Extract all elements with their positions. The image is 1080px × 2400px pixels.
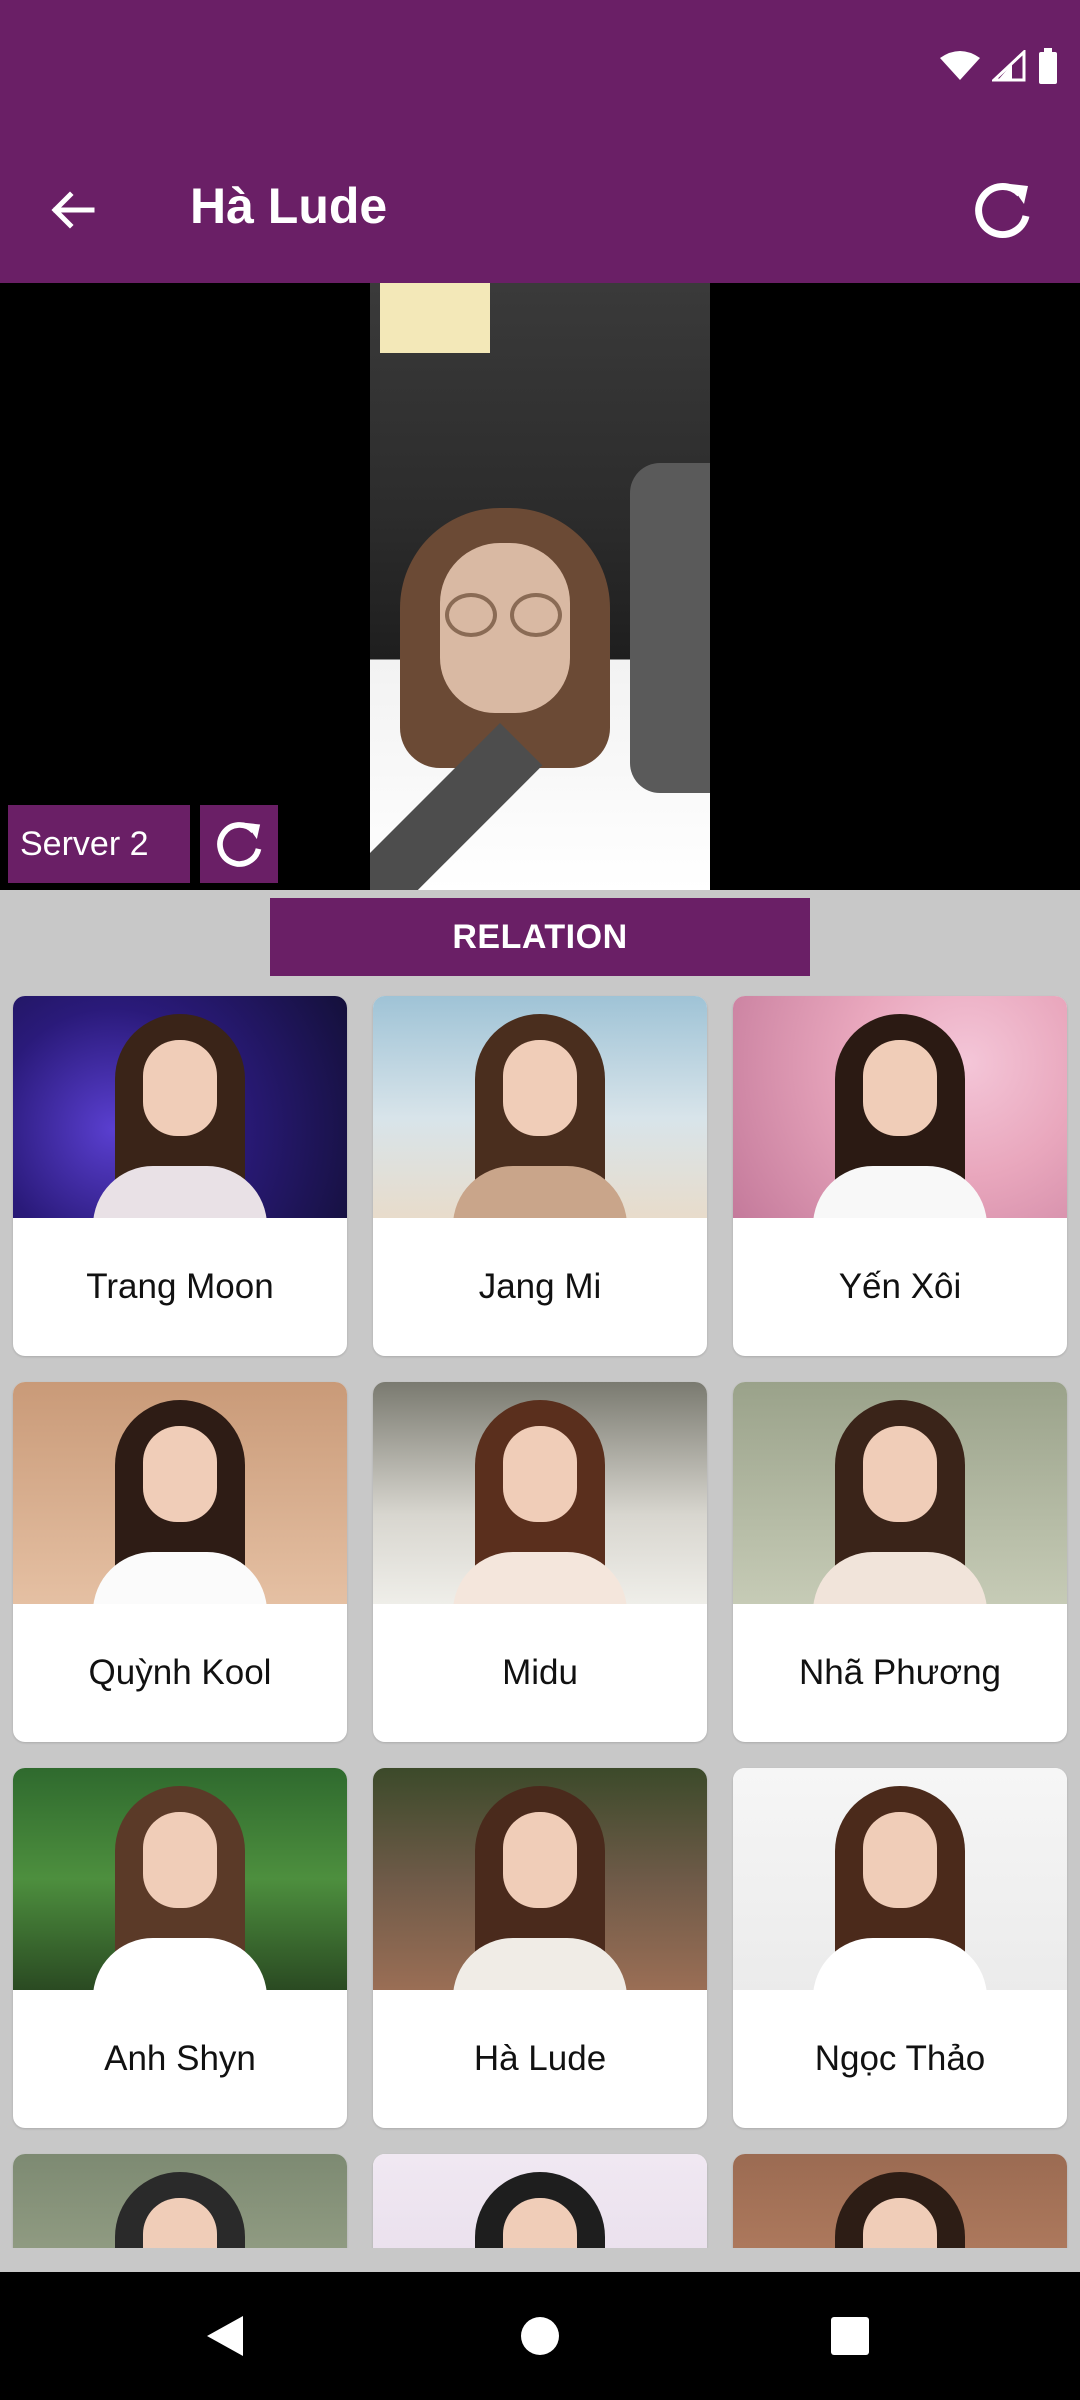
relation-card[interactable]: Nhã Phương: [733, 1382, 1067, 1742]
relation-card[interactable]: [733, 2154, 1067, 2248]
wifi-icon: [940, 51, 980, 80]
relation-photo: [733, 2154, 1067, 2248]
relation-card[interactable]: Midu: [373, 1382, 707, 1742]
relation-name: Trang Moon: [86, 1267, 274, 1306]
relation-photo: [733, 1382, 1067, 1604]
arrow-left-icon: [51, 191, 95, 229]
status-bar-icons: [940, 48, 1058, 84]
app-header: Hà Lude: [0, 0, 1080, 283]
relation-name: Jang Mi: [478, 1267, 602, 1306]
relation-photo: [13, 2154, 347, 2248]
signal-icon: [992, 50, 1026, 82]
relation-card[interactable]: [373, 2154, 707, 2248]
relation-card[interactable]: Yến Xôi: [733, 996, 1067, 1356]
relation-photo: [13, 996, 347, 1218]
server-refresh-button[interactable]: [200, 805, 278, 883]
app-bar: Hà Lude: [0, 150, 1080, 270]
system-nav-bar: [0, 2272, 1080, 2400]
server-select-button[interactable]: Server 2: [8, 805, 190, 883]
relation-card[interactable]: [13, 2154, 347, 2248]
video-frame: [370, 283, 710, 890]
relation-header: RELATION: [270, 898, 810, 976]
nav-back-button[interactable]: [165, 2272, 285, 2400]
relation-photo: [13, 1382, 347, 1604]
relations-grid[interactable]: Trang Moon Jang Mi Yến Xôi Quỳnh Kool Mi…: [0, 992, 1080, 2248]
screen: Hà Lude Server 2 RELATION Trang Moon Jan…: [0, 0, 1080, 2400]
relation-photo: [373, 1382, 707, 1604]
relation-card[interactable]: Jang Mi: [373, 996, 707, 1356]
relation-name: Anh Shyn: [104, 2039, 256, 2078]
relation-photo: [13, 1768, 347, 1990]
refresh-icon: [975, 183, 1030, 239]
relation-card[interactable]: Anh Shyn: [13, 1768, 347, 2128]
page-title: Hà Lude: [190, 178, 388, 234]
relation-name: Quỳnh Kool: [88, 1653, 272, 1692]
triangle-back-icon: [207, 2316, 243, 2356]
video-player[interactable]: Server 2: [0, 283, 1080, 890]
relation-card[interactable]: Hà Lude: [373, 1768, 707, 2128]
relation-card[interactable]: Ngọc Thảo: [733, 1768, 1067, 2128]
relation-name: Midu: [502, 1653, 578, 1692]
relation-card[interactable]: Trang Moon: [13, 996, 347, 1356]
nav-home-button[interactable]: [480, 2272, 600, 2400]
relation-photo: [733, 996, 1067, 1218]
refresh-button[interactable]: [952, 150, 1052, 270]
relation-photo: [373, 2154, 707, 2248]
nav-recents-button[interactable]: [790, 2272, 910, 2400]
relation-name: Hà Lude: [473, 2039, 607, 2078]
relation-photo: [373, 1768, 707, 1990]
relation-card[interactable]: Quỳnh Kool: [13, 1382, 347, 1742]
back-button[interactable]: [30, 150, 116, 270]
square-recents-icon: [831, 2317, 869, 2355]
battery-icon: [1039, 48, 1057, 84]
relation-photo: [733, 1768, 1067, 1990]
refresh-icon: [217, 822, 262, 867]
relation-name: Yến Xôi: [838, 1267, 962, 1306]
relation-name: Nhã Phương: [798, 1653, 1002, 1692]
relation-name: Ngọc Thảo: [814, 2039, 986, 2078]
circle-home-icon: [521, 2317, 559, 2355]
relation-photo: [373, 996, 707, 1218]
